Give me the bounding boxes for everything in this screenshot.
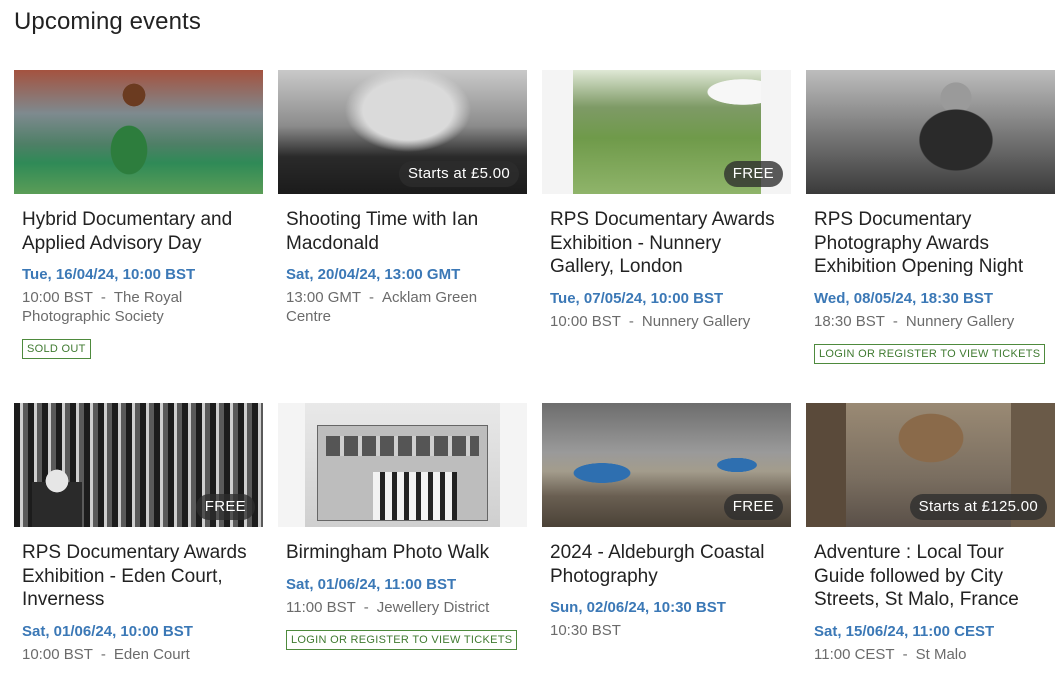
event-thumbnail[interactable]: Starts at £125.00 [806, 403, 1055, 527]
price-badge: FREE [723, 161, 783, 187]
event-card[interactable]: FREE RPS Documentary Awards Exhibition -… [14, 403, 263, 664]
event-location: Jewellery District [376, 598, 490, 616]
event-date: Tue, 16/04/24, 10:00 BST [22, 266, 196, 283]
event-meta: 10:30 BST [550, 621, 785, 640]
event-location: St Malo [915, 645, 967, 663]
event-thumbnail[interactable] [278, 403, 527, 527]
event-time: 10:00 BST [22, 289, 93, 306]
event-location: Nunnery Gallery [905, 312, 1015, 330]
event-time: 10:30 BST [550, 622, 621, 639]
price-badge: Starts at £5.00 [398, 161, 519, 187]
event-thumbnail[interactable] [806, 70, 1055, 194]
event-location: Nunnery Gallery [641, 312, 751, 330]
event-meta: 10:00 BST - Nunnery Gallery [550, 312, 785, 331]
separator: - [369, 289, 375, 306]
event-meta: 11:00 CEST - St Malo [814, 645, 1049, 664]
login-register-tickets-button[interactable]: LOGIN OR REGISTER TO VIEW TICKETS [286, 629, 518, 650]
event-date: Sat, 01/06/24, 10:00 BST [22, 622, 193, 640]
event-title[interactable]: Shooting Time with Ian Macdonald [286, 208, 524, 255]
event-title[interactable]: RPS Documentary Awards Exhibition - Nunn… [550, 208, 788, 279]
separator: - [100, 289, 106, 306]
event-title[interactable]: Birmingham Photo Walk [286, 541, 524, 565]
event-time: 11:00 CEST [814, 645, 895, 663]
rugby-player-photo [14, 70, 263, 194]
event-meta: 11:00 BST - Jewellery District [286, 598, 521, 617]
event-card[interactable]: Starts at £5.00 Shooting Time with Ian M… [278, 70, 527, 326]
price-badge: FREE [195, 494, 255, 520]
event-meta: 13:00 GMT - Acklam Green Centre [286, 288, 521, 326]
sold-out-badge: SOLD OUT [22, 339, 91, 359]
event-thumbnail[interactable]: FREE [542, 70, 791, 194]
event-date: Sat, 01/06/24, 11:00 BST [286, 575, 457, 593]
event-card[interactable]: Hybrid Documentary and Applied Advisory … [14, 70, 263, 359]
event-thumbnail[interactable]: FREE [542, 403, 791, 527]
price-badge: FREE [723, 494, 783, 520]
separator: - [902, 645, 908, 663]
event-card[interactable]: FREE RPS Documentary Awards Exhibition -… [542, 70, 791, 331]
event-time: 10:00 BST [22, 645, 93, 663]
price-badge: Starts at £125.00 [909, 494, 1047, 520]
event-date: Sat, 15/06/24, 11:00 CEST [814, 622, 995, 640]
event-date: Sun, 02/06/24, 10:30 BST [550, 599, 726, 616]
event-date: Sat, 20/04/24, 13:00 GMT [286, 266, 461, 283]
separator: - [628, 312, 634, 330]
event-time: 11:00 BST [286, 598, 356, 616]
event-title[interactable]: RPS Documentary Awards Exhibition - Eden… [22, 541, 260, 612]
event-location: Eden Court [113, 645, 190, 663]
bw-portrait-photo [806, 70, 1055, 194]
event-meta: 10:00 BST - The Royal Photographic Society [22, 288, 257, 326]
event-title[interactable]: Adventure : Local Tour Guide followed by… [814, 541, 1052, 612]
separator: - [363, 598, 369, 616]
event-thumbnail[interactable] [14, 70, 263, 194]
event-thumbnail[interactable]: FREE [14, 403, 263, 527]
event-title[interactable]: Hybrid Documentary and Applied Advisory … [22, 208, 260, 255]
event-date: Wed, 08/05/24, 18:30 BST [814, 289, 993, 307]
page-title: Upcoming events [14, 8, 201, 35]
login-register-tickets-button[interactable]: LOGIN OR REGISTER TO VIEW TICKETS [814, 343, 1046, 364]
event-thumbnail[interactable]: Starts at £5.00 [278, 70, 527, 194]
separator: - [100, 645, 106, 663]
event-card[interactable]: FREE 2024 - Aldeburgh Coastal Photograph… [542, 403, 791, 640]
separator: - [892, 312, 898, 330]
event-time: 10:00 BST [550, 312, 621, 330]
event-meta: 18:30 BST - Nunnery Gallery [814, 312, 1049, 331]
event-time: 13:00 GMT [286, 289, 362, 306]
event-card[interactable]: RPS Documentary Photography Awards Exhib… [806, 70, 1055, 364]
event-card[interactable]: Birmingham Photo Walk Sat, 01/06/24, 11:… [278, 403, 527, 650]
event-card[interactable]: Starts at £125.00 Adventure : Local Tour… [806, 403, 1055, 664]
event-date: Tue, 07/05/24, 10:00 BST [550, 289, 724, 307]
event-time: 18:30 BST [814, 312, 885, 330]
event-meta: 10:00 BST - Eden Court [22, 645, 257, 664]
event-title[interactable]: RPS Documentary Photography Awards Exhib… [814, 208, 1052, 279]
building-facade-photo [305, 403, 500, 527]
event-title[interactable]: 2024 - Aldeburgh Coastal Photography [550, 541, 788, 588]
